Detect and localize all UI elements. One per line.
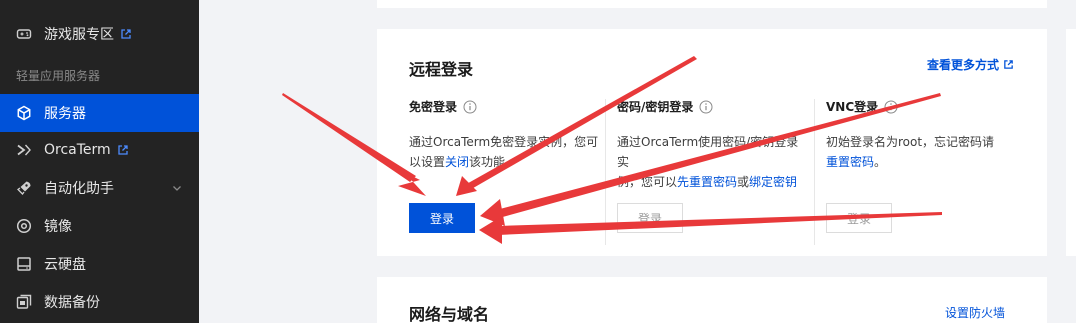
passwordless-login-desc: 通过OrcaTerm免密登录实例，您可 以设置关闭该功能: [409, 132, 609, 172]
sidebar-item-game-servers[interactable]: 游戏服专区: [0, 15, 199, 53]
password-key-login-button[interactable]: 登录: [617, 203, 683, 233]
side-card: [1066, 29, 1076, 256]
disable-feature-link[interactable]: 关闭: [445, 155, 469, 169]
sidebar-item-servers[interactable]: 服务器: [0, 94, 199, 132]
rocket-icon: [16, 180, 32, 196]
desc-line: 初始登录名为root，忘记密码请: [826, 135, 995, 149]
network-domain-title: 网络与域名: [409, 305, 490, 323]
sidebar-section-label: 轻量应用服务器: [16, 69, 101, 83]
password-key-login-desc: 通过OrcaTerm使用密码/密钥登录实 例，您可以先重置密码或绑定密钥: [617, 132, 807, 192]
info-icon[interactable]: [884, 100, 898, 114]
reset-password-link[interactable]: 先重置密码: [677, 175, 737, 189]
gamepad-icon: [16, 26, 32, 42]
sidebar-item-label: OrcaTerm: [44, 142, 111, 158]
network-domain-card: 网络与域名 设置防火墙: [377, 277, 1047, 323]
sidebar-item-automation[interactable]: 自动化助手: [0, 169, 199, 207]
sidebar: 游戏服专区 轻量应用服务器 服务器 OrcaTerm 自动化助手 镜像 云硬盘: [0, 0, 199, 323]
sidebar-item-label: 数据备份: [44, 295, 100, 311]
more-methods-link[interactable]: 查看更多方式: [927, 56, 1014, 73]
sidebar-item-cloud-disk[interactable]: 云硬盘: [0, 245, 199, 283]
sidebar-item-label: 云硬盘: [44, 257, 86, 273]
passwordless-login-title: 免密登录: [409, 98, 477, 115]
desc-text: 该功能: [469, 155, 506, 169]
sidebar-item-orcaterm[interactable]: OrcaTerm: [0, 131, 199, 169]
desc-line: 通过OrcaTerm使用密码/密钥登录实: [617, 135, 799, 169]
more-methods-label: 查看更多方式: [927, 58, 1000, 72]
sidebar-item-backup[interactable]: 数据备份: [0, 283, 199, 321]
previous-card: [377, 0, 1047, 8]
section-title-text: 免密登录: [409, 100, 458, 114]
set-firewall-link[interactable]: 设置防火墙: [945, 304, 1005, 321]
terminal-icon: [16, 142, 32, 158]
desc-line: 例，您可以先重置密码或绑定密钥: [617, 172, 807, 192]
passwordless-login-button[interactable]: 登录: [409, 203, 475, 233]
column-divider: [605, 99, 606, 245]
info-icon[interactable]: [463, 100, 477, 114]
password-key-login-title: 密码/密钥登录: [617, 98, 713, 115]
vnc-login-title: VNC登录: [826, 98, 898, 115]
external-link-icon: [118, 145, 128, 155]
vnc-login-desc: 初始登录名为root，忘记密码请 重置密码。: [826, 132, 1026, 172]
vnc-login-button[interactable]: 登录: [826, 203, 892, 233]
remote-login-card: 远程登录 查看更多方式 免密登录 通过OrcaTerm免密登录实例，您可 以设置…: [377, 29, 1047, 256]
bind-key-link[interactable]: 绑定密钥: [749, 175, 797, 189]
desc-line: 重置密码。: [826, 152, 1026, 172]
desc-text: 以设置: [409, 155, 446, 169]
cube-icon: [16, 105, 32, 121]
reset-password-link[interactable]: 重置密码: [826, 155, 874, 169]
section-title-text: VNC登录: [826, 100, 879, 114]
sidebar-item-label: 镜像: [44, 219, 72, 235]
desc-text: 。: [874, 155, 887, 169]
column-divider: [814, 99, 815, 245]
disc-icon: [16, 218, 32, 234]
external-link-icon: [121, 29, 131, 39]
remote-login-title: 远程登录: [409, 60, 474, 79]
section-title-text: 密码/密钥登录: [617, 100, 694, 114]
desc-line: 以设置关闭该功能: [409, 152, 609, 172]
sidebar-item-label: 游戏服专区: [44, 27, 114, 43]
sidebar-item-label: 服务器: [44, 106, 86, 122]
external-link-icon: [1004, 60, 1013, 69]
disk-icon: [16, 256, 32, 272]
chevron-down-icon[interactable]: [171, 182, 183, 194]
desc-text: 例，您可以: [617, 175, 678, 189]
sidebar-item-images[interactable]: 镜像: [0, 207, 199, 245]
sidebar-item-label: 自动化助手: [44, 181, 114, 197]
desc-text: 或: [737, 175, 750, 189]
backup-icon: [16, 294, 32, 310]
info-icon[interactable]: [699, 100, 713, 114]
desc-line: 通过OrcaTerm免密登录实例，您可: [409, 135, 599, 149]
